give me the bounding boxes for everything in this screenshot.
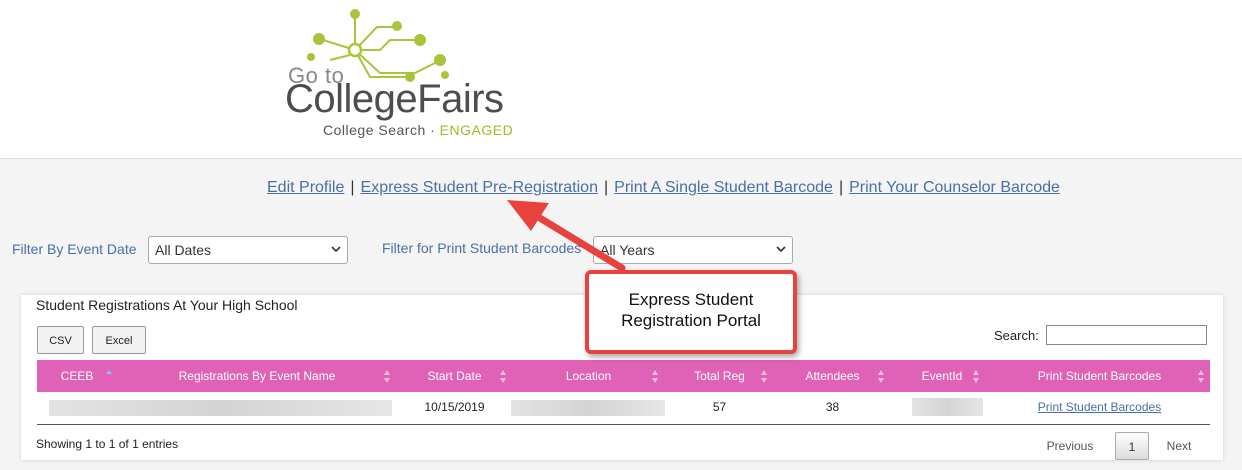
event-date-filter-label: Filter By Event Date (12, 241, 137, 257)
redacted-event-name (49, 400, 392, 416)
column-label: Attendees (805, 369, 860, 383)
nav-separator: | (838, 179, 844, 196)
cell-start-date: 10/15/2019 (424, 400, 485, 414)
sort-icon (878, 370, 884, 383)
barcodes-year-select-value: All Years (600, 242, 655, 258)
nav-separator: | (603, 179, 609, 196)
table-header: CEEB Registrations By Event Name Start D… (37, 360, 1210, 392)
column-header-event-name[interactable]: Registrations By Event Name (147, 360, 367, 392)
annotation-callout: Express Student Registration Portal (585, 270, 797, 354)
sort-icon (761, 370, 767, 383)
pagination-previous[interactable]: Previous (1039, 432, 1101, 460)
column-label: Location (565, 369, 612, 383)
edit-profile-link[interactable]: Edit Profile (267, 179, 344, 196)
sort-icon (1198, 370, 1204, 383)
column-label: EventId (921, 369, 963, 383)
column-header-total-reg[interactable]: Total Reg (682, 360, 757, 392)
redacted-location (511, 400, 665, 416)
barcodes-filter-label: Filter for Print Student Barcodes (382, 240, 582, 256)
chevron-down-icon (776, 246, 786, 253)
logo-name-text: CollegeFairs (285, 77, 504, 121)
column-label: CEEB (60, 369, 94, 383)
search-label: Search: (994, 328, 1039, 343)
print-counselor-barcode-link[interactable]: Print Your Counselor Barcode (849, 179, 1060, 196)
cell-print-barcodes: Print Student Barcodes (1017, 392, 1182, 424)
redacted-eventid (912, 398, 983, 416)
sort-icon (652, 370, 658, 383)
event-date-select-value: All Dates (155, 242, 212, 258)
college-fairs-logo[interactable]: Go to CollegeFairs College Search · ENGA… (285, 5, 570, 140)
event-date-select[interactable]: All Dates (148, 236, 348, 264)
sort-icon (384, 370, 390, 383)
column-header-location[interactable]: Location (527, 360, 650, 392)
site-header: Go to CollegeFairs College Search · ENGA… (0, 0, 1242, 159)
column-label: Print Student Barcodes (1037, 369, 1162, 383)
cell-attendees: 38 (825, 400, 840, 414)
sort-ascending-icon (106, 370, 112, 374)
pagination-next[interactable]: Next (1159, 432, 1199, 460)
sort-icon (500, 370, 506, 383)
nav-separator: | (350, 179, 355, 196)
column-header-print-barcodes[interactable]: Print Student Barcodes (1017, 360, 1182, 392)
top-nav: Edit Profile | Express Student Pre-Registr… (267, 179, 1060, 197)
print-student-barcode-link[interactable]: Print A Single Student Barcode (614, 179, 833, 196)
panel-title: Student Registrations At Your High Schoo… (36, 297, 298, 313)
cell-total-reg: 57 (712, 400, 727, 414)
table-row: 10/15/2019 57 38 Print Student Barcodes (37, 392, 1210, 425)
express-pre-registration-link[interactable]: Express Student Pre-Registration (361, 179, 598, 196)
print-student-barcodes-link[interactable]: Print Student Barcodes (1038, 400, 1161, 414)
excel-button[interactable]: Excel (92, 326, 146, 354)
barcodes-year-select[interactable]: All Years (593, 236, 793, 264)
csv-button[interactable]: CSV (37, 326, 84, 354)
column-label: Registrations By Event Name (178, 369, 336, 383)
column-label: Total Reg (694, 369, 745, 383)
chevron-down-icon (331, 246, 341, 253)
column-header-eventid[interactable]: EventId (907, 360, 977, 392)
search-input[interactable] (1046, 325, 1207, 345)
logo-tagline-prefix: College Search · (323, 122, 440, 138)
logo-tagline-accent: ENGAGED (439, 122, 514, 138)
callout-line-2: Registration Portal (621, 311, 761, 330)
column-header-start-date[interactable]: Start Date (407, 360, 502, 392)
column-header-attendees[interactable]: Attendees (790, 360, 875, 392)
logo-tagline: College Search · ENGAGED (323, 122, 513, 138)
pagination-page-1[interactable]: 1 (1115, 432, 1149, 460)
column-label: Start Date (427, 369, 482, 383)
sort-icon (973, 370, 979, 383)
table-info: Showing 1 to 1 of 1 entries (36, 437, 179, 451)
callout-line-1: Express Student (628, 290, 754, 309)
